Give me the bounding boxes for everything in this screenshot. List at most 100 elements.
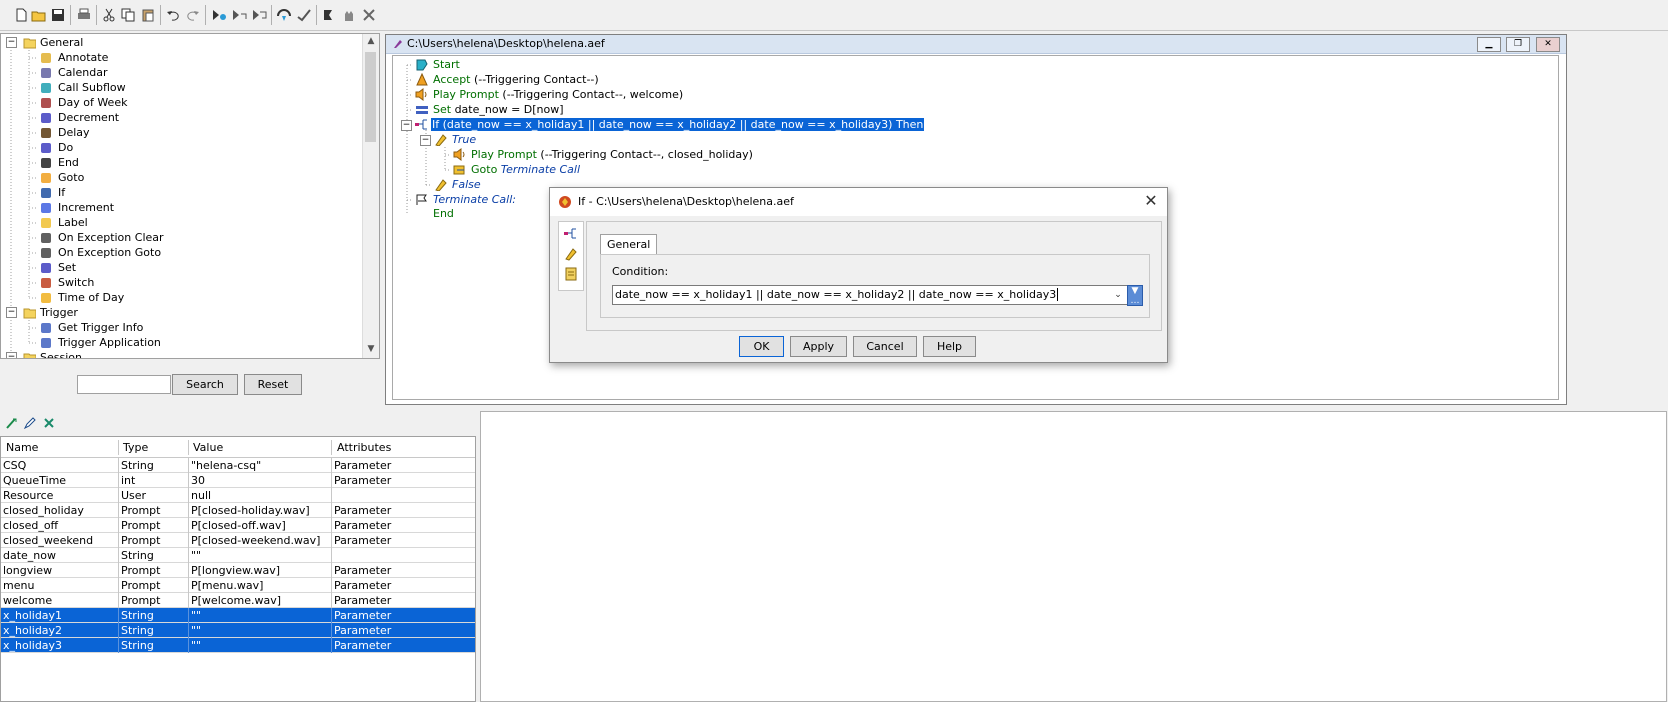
speaker-icon <box>415 88 427 101</box>
variable-value-cell: P[closed-weekend.wav] <box>189 533 332 548</box>
step-if-condition[interactable]: If (date_now == x_holiday1 || date_now =… <box>415 117 925 132</box>
variable-row[interactable]: menu Prompt P[menu.wav] Parameter <box>1 578 475 593</box>
pause-hand-icon[interactable] <box>340 6 358 24</box>
tab-general[interactable]: General <box>600 234 658 255</box>
step-accept[interactable]: Accept (--Triggering Contact--) <box>415 72 599 87</box>
step-over-icon[interactable] <box>250 6 268 24</box>
step-start[interactable]: Start <box>415 57 460 72</box>
cut-icon[interactable] <box>100 6 118 24</box>
column-header-name[interactable]: Name <box>1 440 119 455</box>
variable-type-cell: Prompt <box>119 533 189 548</box>
step-into-icon[interactable] <box>230 6 248 24</box>
step-false-branch[interactable]: False <box>434 177 481 192</box>
ok-button[interactable]: OK <box>739 336 784 357</box>
apply-button[interactable]: Apply <box>790 336 847 357</box>
new-file-icon[interactable] <box>12 6 30 24</box>
validate-icon[interactable] <box>210 6 228 24</box>
step-set-date-now[interactable]: Set date_now = D[now] <box>415 102 564 117</box>
variable-row[interactable]: longview Prompt P[longview.wav] Parameter <box>1 563 475 578</box>
variable-name-cell: welcome <box>1 593 119 608</box>
collapse-toggle[interactable]: − <box>6 307 17 318</box>
variable-row[interactable]: closed_holiday Prompt P[closed-holiday.wav… <box>1 503 475 518</box>
variable-row[interactable]: closed_off Prompt P[closed-off.wav] Paramet… <box>1 518 475 533</box>
if-branch-icon[interactable] <box>564 227 578 241</box>
variable-row[interactable]: x_holiday3 String "" Parameter <box>1 638 475 653</box>
search-button[interactable]: Search <box>172 374 238 395</box>
variable-value-cell: "" <box>189 638 332 653</box>
scroll-down-icon[interactable]: ▼ <box>366 344 376 354</box>
minimize-button[interactable]: ▁ <box>1477 37 1501 52</box>
step-out-icon[interactable] <box>320 6 338 24</box>
variable-attributes-cell: Parameter <box>334 474 392 487</box>
dialog-title-bar[interactable]: If - C:\Users\helena\Desktop\helena.aef … <box>550 188 1167 216</box>
delete-variable-icon[interactable] <box>40 414 58 432</box>
debug-start-icon[interactable] <box>275 6 293 24</box>
edit-variable-icon[interactable] <box>21 414 39 432</box>
collapse-toggle[interactable]: − <box>6 37 17 48</box>
general-tab-body: Condition: date_now == x_holiday1 || dat… <box>600 254 1150 318</box>
column-header-attributes[interactable]: Attributes <box>332 440 475 455</box>
palette-item-label: Decrement <box>58 111 120 124</box>
variable-row[interactable]: CSQ String "helena-csq" Parameter <box>1 458 475 473</box>
scroll-thumb[interactable] <box>365 52 376 142</box>
variable-name-cell: CSQ <box>1 458 119 473</box>
set-equals-icon <box>41 263 51 273</box>
palette-scrollbar[interactable]: ▲ ▼ <box>362 34 379 358</box>
variable-value-cell: P[closed-off.wav] <box>189 518 332 533</box>
step-terminate-call-label[interactable]: Terminate Call: <box>415 192 516 207</box>
column-header-type[interactable]: Type <box>119 440 189 455</box>
scroll-up-icon[interactable]: ▲ <box>366 36 376 46</box>
annotate-icon[interactable] <box>564 267 578 281</box>
redo-icon[interactable] <box>184 6 202 24</box>
editor-title-bar[interactable]: C:\Users\helena\Desktop\helena.aef ▁ ❐ ✕ <box>386 35 1566 54</box>
variable-row[interactable]: welcome Prompt P[welcome.wav] Parameter <box>1 593 475 608</box>
decrement-icon <box>41 113 51 123</box>
step-goto-terminate[interactable]: Goto Terminate Call <box>453 162 580 177</box>
debug-stop-icon[interactable] <box>295 6 313 24</box>
column-header-value[interactable]: Value <box>189 440 332 455</box>
variable-type-cell: String <box>119 458 189 473</box>
new-variable-icon[interactable] <box>2 414 20 432</box>
close-window-button[interactable]: ✕ <box>1536 37 1560 52</box>
toolbar-separator <box>205 5 206 25</box>
step-play-prompt-welcome[interactable]: Play Prompt (--Triggering Contact--, wel… <box>415 87 683 102</box>
variable-name-cell: closed_off <box>1 518 119 533</box>
variable-attributes-cell <box>332 488 475 503</box>
save-icon[interactable] <box>49 6 67 24</box>
palette-item-label: Do <box>58 141 74 154</box>
start-icon <box>416 59 428 71</box>
step-true-branch[interactable]: True <box>434 132 476 147</box>
paste-icon[interactable] <box>139 6 157 24</box>
variable-row[interactable]: QueueTime int 30 Parameter <box>1 473 475 488</box>
undo-icon[interactable] <box>164 6 182 24</box>
variable-row[interactable]: closed_weekend Prompt P[closed-weekend.wav… <box>1 533 475 548</box>
help-button[interactable]: Help <box>923 336 976 357</box>
annotate-icon <box>41 53 51 63</box>
true-collapse-toggle[interactable]: − <box>420 135 431 146</box>
palette-search-input[interactable] <box>77 375 171 394</box>
copy-icon[interactable] <box>119 6 137 24</box>
cancel-button[interactable]: Cancel <box>853 336 917 357</box>
palette-item-label: Goto <box>58 171 85 184</box>
terminate-icon[interactable] <box>360 6 378 24</box>
reset-button[interactable]: Reset <box>244 374 302 395</box>
restore-button[interactable]: ❐ <box>1506 37 1530 52</box>
variable-row[interactable]: x_holiday2 String "" Parameter <box>1 623 475 638</box>
step-play-prompt-closed-holiday[interactable]: Play Prompt (--Triggering Contact--, clo… <box>453 147 753 162</box>
variable-row[interactable]: Resource User null <box>1 488 475 503</box>
variable-row[interactable]: x_holiday1 String "" Parameter <box>1 608 475 623</box>
label-tag-icon[interactable] <box>564 247 578 261</box>
chevron-down-icon[interactable]: ⌄ <box>1111 287 1125 303</box>
expression-editor-button[interactable]: ▼… <box>1127 285 1143 306</box>
exception-clear-icon <box>41 233 51 243</box>
variable-name-cell: QueueTime <box>1 473 119 488</box>
condition-input[interactable]: date_now == x_holiday1 || date_now == x_… <box>612 285 1128 305</box>
variable-row[interactable]: date_now String "" <box>1 548 475 563</box>
step-end[interactable]: End <box>433 206 454 221</box>
dialog-close-icon[interactable]: ✕ <box>1143 193 1159 209</box>
collapse-toggle[interactable]: − <box>6 352 17 358</box>
open-folder-icon[interactable] <box>30 6 48 24</box>
if-collapse-toggle[interactable]: − <box>401 120 412 131</box>
print-icon[interactable] <box>75 6 93 24</box>
end-flag-icon <box>41 158 51 168</box>
